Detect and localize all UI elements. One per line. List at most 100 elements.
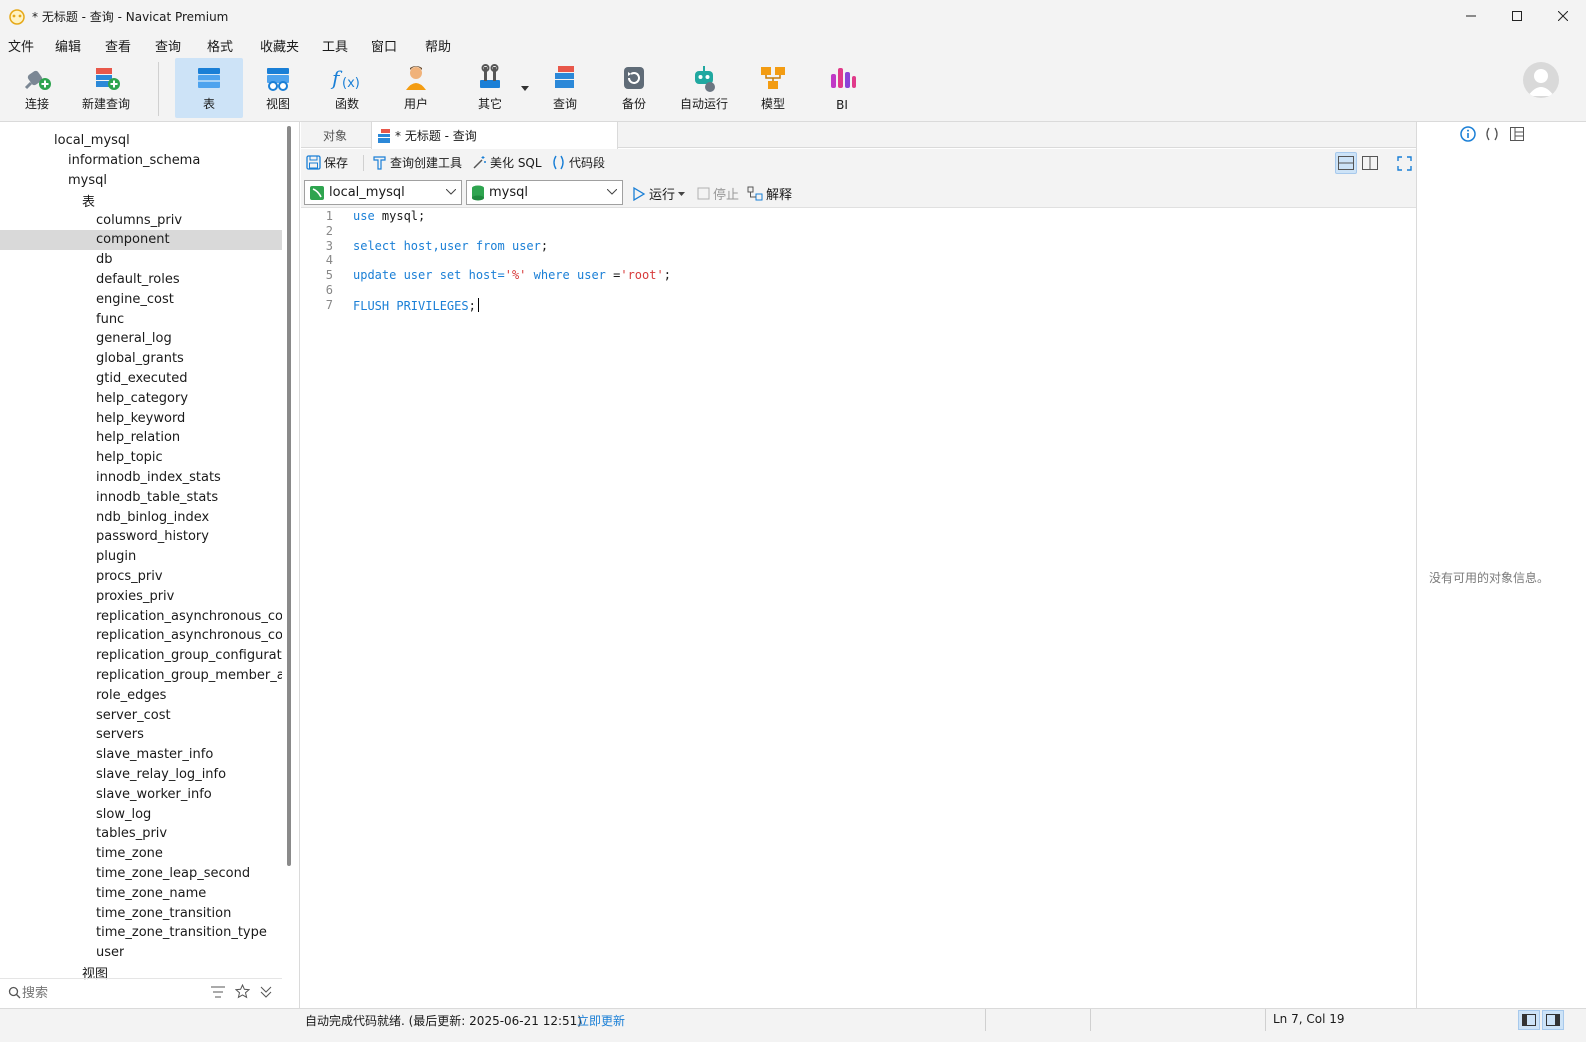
chevron-right-icon[interactable] — [58, 274, 68, 284]
filter-icon[interactable] — [211, 986, 225, 998]
chevron-right-icon[interactable] — [58, 829, 68, 839]
menu-tools[interactable]: 工具 — [322, 36, 348, 55]
tree-table-item[interactable]: engine_cost — [0, 289, 282, 309]
tree-table-item[interactable]: help_keyword — [0, 408, 282, 428]
tree-tables-node[interactable]: 表 — [0, 190, 282, 210]
beautify-sql-button[interactable]: 美化 SQL — [472, 154, 542, 171]
user-button[interactable]: 用户 — [382, 58, 450, 118]
chevron-right-icon[interactable] — [58, 769, 68, 779]
chevron-right-icon[interactable] — [58, 512, 68, 522]
function-button[interactable]: f (x) 函数 — [313, 58, 381, 118]
tree-table-item[interactable]: general_log — [0, 329, 282, 349]
code-line[interactable]: 7 FLUSH PRIVILEGES; — [301, 297, 1401, 313]
tree-table-item[interactable]: help_topic — [0, 448, 282, 468]
tree-table-item[interactable]: user — [0, 943, 282, 963]
tab-query[interactable]: * 无标题 - 查询 — [371, 122, 618, 149]
chevron-right-icon[interactable] — [58, 611, 68, 621]
tree-table-item[interactable]: tables_priv — [0, 824, 282, 844]
menu-help[interactable]: 帮助 — [425, 36, 451, 55]
chevron-right-icon[interactable] — [58, 730, 68, 740]
query-builder-button[interactable]: 查询创建工具 — [372, 154, 462, 171]
bi-button[interactable]: BI — [808, 58, 876, 118]
tree-table-item[interactable]: replication_group_member_actic — [0, 665, 282, 685]
chevron-right-icon[interactable] — [58, 849, 68, 859]
menu-window[interactable]: 窗口 — [371, 36, 397, 55]
tree-table-item[interactable]: replication_asynchronous_conne — [0, 606, 282, 626]
chevron-right-icon[interactable] — [58, 453, 68, 463]
auto-run-button[interactable]: 自动运行 — [670, 58, 738, 118]
tree-table-item[interactable]: ndb_binlog_index — [0, 507, 282, 527]
tree-table-item[interactable]: time_zone — [0, 844, 282, 864]
tree-table-item[interactable]: time_zone_transition_type — [0, 923, 282, 943]
tree-table-item[interactable]: procs_priv — [0, 566, 282, 586]
collapse-all-icon[interactable] — [259, 985, 273, 999]
connection-select[interactable]: local_mysql — [304, 180, 462, 205]
chevron-right-icon[interactable] — [58, 255, 68, 265]
chevron-right-icon[interactable] — [58, 670, 68, 680]
menu-query[interactable]: 查询 — [155, 36, 181, 55]
chevron-down-icon[interactable] — [44, 195, 54, 205]
tree-table-item[interactable]: role_edges — [0, 685, 282, 705]
chevron-right-icon[interactable] — [58, 690, 68, 700]
toggle-info-pane-button[interactable] — [1542, 1010, 1564, 1030]
chevron-right-icon[interactable] — [58, 354, 68, 364]
table-button[interactable]: 表 — [175, 58, 243, 118]
chevron-right-icon[interactable] — [58, 314, 68, 324]
maximize-button[interactable] — [1494, 0, 1540, 32]
chevron-right-icon[interactable] — [58, 631, 68, 641]
tree-table-item[interactable]: help_relation — [0, 428, 282, 448]
tree-table-item[interactable]: slave_relay_log_info — [0, 764, 282, 784]
chevron-right-icon[interactable] — [58, 591, 68, 601]
tree-table-item[interactable]: slave_master_info — [0, 745, 282, 765]
connect-button[interactable]: 连接 — [3, 58, 71, 118]
tree-table-item[interactable]: replication_asynchronous_conne — [0, 626, 282, 646]
chevron-right-icon[interactable] — [58, 235, 68, 245]
toggle-nav-pane-button[interactable] — [1518, 1010, 1540, 1030]
split-vertical-button[interactable] — [1359, 152, 1381, 174]
code-line[interactable]: 3 select host,user from user; — [301, 239, 1401, 254]
tree-table-item[interactable]: time_zone_leap_second — [0, 863, 282, 883]
tree-table-item[interactable]: func — [0, 309, 282, 329]
explain-button[interactable]: 解释 — [747, 184, 792, 203]
tree-table-item[interactable]: time_zone_transition — [0, 903, 282, 923]
tree-table-item[interactable]: innodb_table_stats — [0, 487, 282, 507]
code-line[interactable]: 4 — [301, 253, 1401, 268]
chevron-right-icon[interactable] — [58, 472, 68, 482]
chevron-right-icon[interactable] — [58, 888, 68, 898]
close-button[interactable] — [1540, 0, 1586, 32]
tree-table-item[interactable]: proxies_priv — [0, 586, 282, 606]
chevron-right-icon[interactable] — [58, 433, 68, 443]
tree-table-item[interactable]: slow_log — [0, 804, 282, 824]
database-select[interactable]: mysql — [466, 180, 623, 205]
code-line[interactable]: 1 use mysql; — [301, 209, 1401, 224]
others-button[interactable]: 其它 — [456, 58, 524, 118]
chevron-right-icon[interactable] — [58, 413, 68, 423]
user-avatar[interactable] — [1523, 62, 1559, 98]
snippet-button[interactable]: 代码段 — [551, 154, 605, 171]
chevron-right-icon[interactable] — [58, 789, 68, 799]
tree-table-item[interactable]: replication_group_configuration_ — [0, 646, 282, 666]
tree-table-item[interactable]: password_history — [0, 527, 282, 547]
code-line[interactable]: 6 — [301, 283, 1401, 298]
minimize-button[interactable] — [1448, 0, 1494, 32]
run-button[interactable]: 运行 — [632, 184, 686, 203]
chevron-right-icon[interactable] — [58, 393, 68, 403]
chevron-right-icon[interactable] — [58, 750, 68, 760]
tree-scrollbar[interactable] — [287, 126, 291, 866]
chevron-right-icon[interactable] — [58, 532, 68, 542]
new-query-button[interactable]: 新建查询 — [72, 58, 140, 118]
code-line[interactable]: 2 — [301, 224, 1401, 239]
split-horizontal-button[interactable] — [1335, 152, 1357, 174]
tree-table-item[interactable]: time_zone_name — [0, 883, 282, 903]
chevron-right-icon[interactable] — [58, 552, 68, 562]
chevron-right-icon[interactable] — [58, 868, 68, 878]
save-button[interactable]: 保存 — [306, 154, 348, 171]
chevron-right-icon[interactable] — [58, 294, 68, 304]
tree-db-information-schema[interactable]: information_schema — [0, 150, 282, 170]
tree-table-item[interactable]: global_grants — [0, 349, 282, 369]
menu-view[interactable]: 查看 — [105, 36, 131, 55]
menu-favorites[interactable]: 收藏夹 — [260, 36, 299, 55]
star-icon[interactable] — [235, 984, 250, 999]
menu-edit[interactable]: 编辑 — [55, 36, 81, 55]
chevron-right-icon[interactable] — [58, 571, 68, 581]
